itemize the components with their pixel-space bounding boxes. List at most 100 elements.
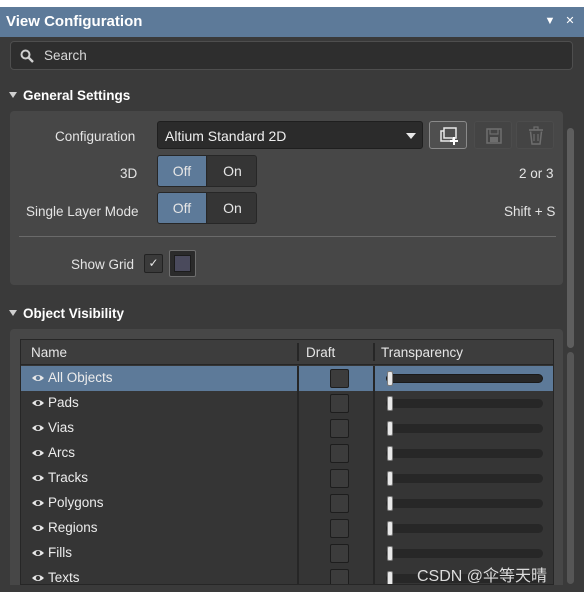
add-configuration-button[interactable] <box>429 121 467 149</box>
single-layer-off-option[interactable]: Off <box>158 193 207 223</box>
transparency-slider-thumb[interactable] <box>387 571 393 584</box>
single-layer-mode-toggle[interactable]: Off On <box>157 192 257 224</box>
row-name: Arcs <box>48 445 75 460</box>
threed-toggle[interactable]: Off On <box>157 155 257 187</box>
eye-icon[interactable] <box>31 398 45 408</box>
collapse-triangle-icon <box>9 310 17 317</box>
eye-icon[interactable] <box>31 548 45 558</box>
eye-icon[interactable] <box>31 523 45 533</box>
eye-icon[interactable] <box>31 373 45 383</box>
draft-checkbox[interactable] <box>330 444 349 463</box>
table-row[interactable]: Arcs <box>21 441 553 466</box>
column-divider[interactable] <box>297 343 299 361</box>
checkmark-icon: ✓ <box>148 256 159 270</box>
transparency-slider[interactable] <box>386 474 543 483</box>
transparency-slider-thumb[interactable] <box>387 446 393 461</box>
eye-icon[interactable] <box>31 473 45 483</box>
show-grid-label: Show Grid <box>71 257 135 272</box>
row-name: Fills <box>48 545 72 560</box>
column-divider[interactable] <box>373 343 375 361</box>
draft-checkbox[interactable] <box>330 544 349 563</box>
eye-icon[interactable] <box>31 498 45 508</box>
eye-icon[interactable] <box>31 448 45 458</box>
threed-on-option[interactable]: On <box>208 156 256 186</box>
section-title: General Settings <box>23 88 131 103</box>
show-grid-checkbox[interactable]: ✓ <box>144 254 163 273</box>
column-divider <box>297 366 299 391</box>
transparency-slider-thumb[interactable] <box>387 471 393 486</box>
row-name: Regions <box>48 520 98 535</box>
section-object-visibility-header[interactable]: Object Visibility <box>9 306 124 321</box>
collapse-triangle-icon <box>9 92 17 99</box>
section-title: Object Visibility <box>23 306 125 321</box>
eye-icon[interactable] <box>31 423 45 433</box>
draft-checkbox[interactable] <box>330 519 349 538</box>
panel-menu-icon[interactable]: ▼ <box>543 14 557 28</box>
row-name: Tracks <box>48 470 88 485</box>
column-divider <box>373 466 375 491</box>
column-divider <box>373 366 375 391</box>
column-divider <box>373 441 375 466</box>
draft-checkbox[interactable] <box>330 394 349 413</box>
transparency-slider[interactable] <box>386 449 543 458</box>
transparency-slider-thumb[interactable] <box>387 371 393 386</box>
transparency-slider[interactable] <box>386 499 543 508</box>
column-header-name[interactable]: Name <box>31 345 67 360</box>
table-row[interactable]: Tracks <box>21 466 553 491</box>
draft-checkbox[interactable] <box>330 569 349 584</box>
table-row[interactable]: Vias <box>21 416 553 441</box>
column-divider <box>297 491 299 516</box>
column-divider <box>297 516 299 541</box>
grid-color-swatch[interactable] <box>169 250 196 277</box>
eye-icon[interactable] <box>31 573 45 583</box>
column-divider <box>297 566 299 584</box>
transparency-slider[interactable] <box>386 374 543 383</box>
draft-checkbox[interactable] <box>330 469 349 488</box>
column-divider <box>297 466 299 491</box>
column-divider <box>373 416 375 441</box>
table-header: Name Draft Transparency <box>21 340 553 365</box>
transparency-slider-thumb[interactable] <box>387 421 393 436</box>
transparency-slider[interactable] <box>386 524 543 533</box>
panel-title: View Configuration <box>6 13 143 30</box>
column-header-draft[interactable]: Draft <box>306 345 335 360</box>
transparency-slider-thumb[interactable] <box>387 546 393 561</box>
view-configuration-panel: View Configuration ▼ ✕ Search General Se… <box>0 7 584 592</box>
draft-checkbox[interactable] <box>330 494 349 513</box>
configuration-dropdown[interactable]: Altium Standard 2D <box>157 121 423 149</box>
transparency-slider[interactable] <box>386 399 543 408</box>
search-icon <box>20 49 34 63</box>
table-row[interactable]: Regions <box>21 516 553 541</box>
draft-checkbox[interactable] <box>330 419 349 438</box>
threed-off-option[interactable]: Off <box>158 156 207 186</box>
panel-titlebar: View Configuration ▼ ✕ <box>0 7 584 37</box>
draft-checkbox[interactable] <box>330 369 349 388</box>
configuration-label: Configuration <box>55 129 136 144</box>
chevron-down-icon <box>406 133 416 139</box>
settings-divider <box>19 236 556 237</box>
column-divider <box>373 491 375 516</box>
threed-label: 3D <box>120 166 138 181</box>
transparency-slider-thumb[interactable] <box>387 496 393 511</box>
single-layer-shortcut: Shift + S <box>504 204 556 219</box>
row-name: Polygons <box>48 495 104 510</box>
table-row[interactable]: All Objects <box>21 366 553 391</box>
transparency-slider[interactable] <box>386 549 543 558</box>
object-visibility-scrollbar[interactable] <box>567 352 574 584</box>
general-settings-scrollbar[interactable] <box>567 128 574 348</box>
search-input[interactable]: Search <box>10 41 573 70</box>
table-row[interactable]: Pads <box>21 391 553 416</box>
grid-color-fill <box>174 255 191 272</box>
save-configuration-button[interactable] <box>474 121 512 149</box>
single-layer-mode-label: Single Layer Mode <box>26 204 139 219</box>
single-layer-on-option[interactable]: On <box>208 193 256 223</box>
transparency-slider[interactable] <box>386 424 543 433</box>
transparency-slider-thumb[interactable] <box>387 521 393 536</box>
delete-configuration-button[interactable] <box>516 121 554 149</box>
close-icon[interactable]: ✕ <box>563 14 577 28</box>
row-name: Pads <box>48 395 79 410</box>
transparency-slider-thumb[interactable] <box>387 396 393 411</box>
table-row[interactable]: Polygons <box>21 491 553 516</box>
section-general-settings-header[interactable]: General Settings <box>9 88 130 103</box>
column-header-transparency[interactable]: Transparency <box>381 345 463 360</box>
